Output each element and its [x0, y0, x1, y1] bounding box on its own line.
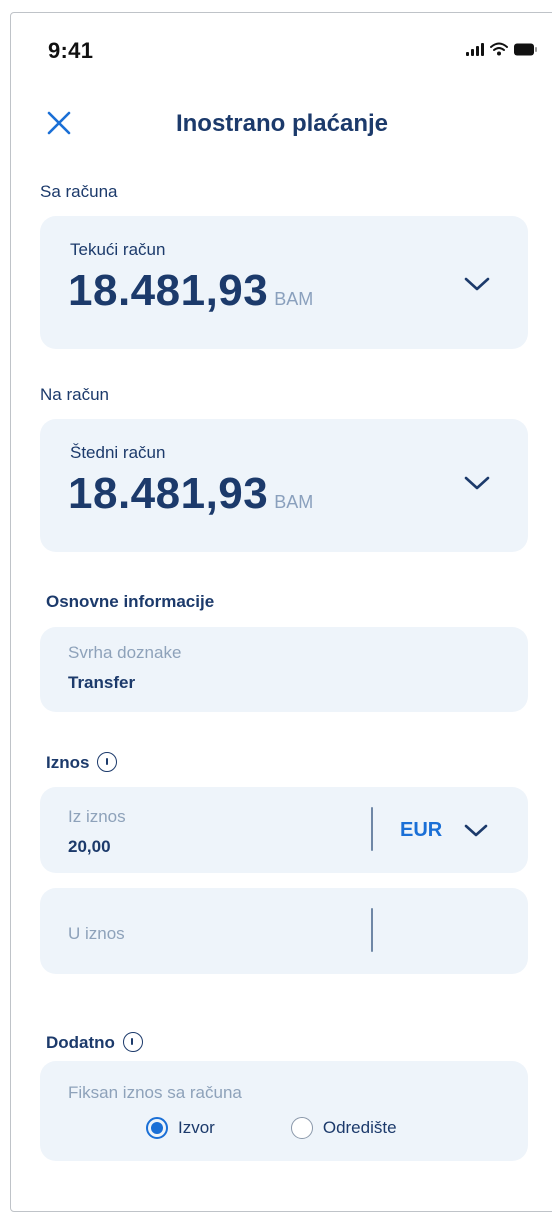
signal-icon	[466, 42, 484, 56]
radio-source-label: Izvor	[178, 1118, 215, 1137]
from-account-selector[interactable]: Tekući račun 18.481,93 BAM	[40, 216, 528, 349]
fixed-amount-radio-group: Izvor Odredište	[146, 1117, 397, 1139]
status-time: 9:41	[48, 38, 94, 63]
radio-destination[interactable]: Odredište	[290, 1117, 397, 1139]
from-account-currency: BAM	[274, 289, 314, 309]
amount-section-label: Iznos	[46, 752, 118, 773]
from-account-name: Tekući račun	[70, 240, 166, 259]
info-icon[interactable]	[97, 752, 118, 772]
from-account-section-label: Sa računa	[40, 182, 118, 201]
to-account-amount: 18.481,93	[68, 469, 269, 518]
fixed-amount-card: Fiksan iznos sa računa Izvor Odredište	[40, 1061, 528, 1161]
radio-source[interactable]: Izvor	[146, 1117, 215, 1139]
additional-section-label: Dodatno	[46, 1032, 143, 1053]
amount-section-text: Iznos	[46, 753, 90, 772]
field-divider	[371, 908, 373, 952]
to-account-section-label: Na račun	[40, 385, 109, 404]
radio-destination-label: Odredište	[322, 1118, 397, 1137]
radio-selected-icon	[146, 1117, 168, 1139]
chevron-down-icon[interactable]	[464, 475, 490, 491]
from-amount-label: Iz iznos	[68, 807, 126, 826]
from-account-balance: 18.481,93 BAM	[68, 266, 313, 316]
radio-unselected-icon	[290, 1117, 313, 1139]
chevron-down-icon[interactable]	[464, 276, 490, 292]
status-icons	[466, 42, 538, 56]
currency-dropdown[interactable]: EUR	[400, 819, 488, 842]
currency-code: EUR	[400, 819, 443, 841]
from-amount-value: 20,00	[68, 837, 111, 856]
purpose-value: Transfer	[68, 673, 136, 692]
from-account-amount: 18.481,93	[68, 266, 269, 315]
to-account-name: Štedni račun	[70, 443, 166, 462]
purpose-field[interactable]: Svrha doznake Transfer	[40, 627, 528, 712]
info-icon[interactable]	[122, 1032, 143, 1052]
to-account-currency: BAM	[274, 492, 314, 512]
purpose-label: Svrha doznake	[68, 643, 182, 662]
wifi-icon	[490, 42, 508, 56]
to-amount-label: U iznos	[68, 924, 125, 943]
field-divider	[371, 807, 373, 851]
chevron-down-icon	[464, 824, 488, 837]
from-amount-field[interactable]: Iz iznos 20,00 EUR	[40, 787, 528, 873]
to-account-balance: 18.481,93 BAM	[68, 469, 313, 519]
to-account-selector[interactable]: Štedni račun 18.481,93 BAM	[40, 419, 528, 552]
battery-icon	[514, 43, 538, 56]
page-title: Inostrano plaćanje	[175, 110, 389, 137]
basic-info-section-label: Osnovne informacije	[46, 592, 215, 611]
fixed-amount-label: Fiksan iznos sa računa	[68, 1083, 242, 1102]
to-amount-field[interactable]: U iznos	[40, 888, 528, 974]
additional-section-text: Dodatno	[46, 1033, 115, 1052]
